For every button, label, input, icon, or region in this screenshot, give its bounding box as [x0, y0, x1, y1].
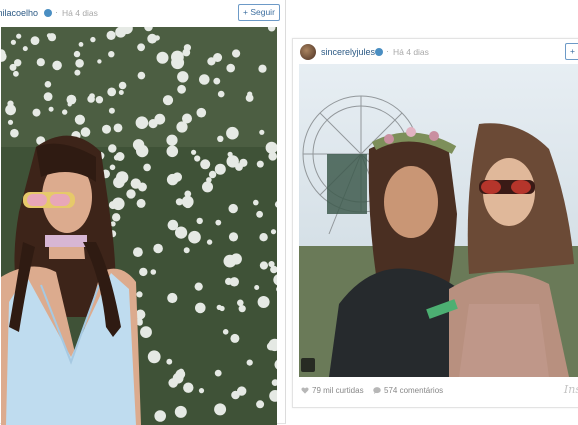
post-header: milacoelho · Há 4 dias + Seguir	[0, 0, 285, 27]
follow-button[interactable]: +	[565, 43, 578, 60]
follow-button[interactable]: + Seguir	[238, 4, 280, 21]
photo-two-women-ferris-wheel	[299, 64, 578, 377]
likes-stat[interactable]: 79 mil curtidas	[301, 386, 364, 395]
photo-woman-flowers	[1, 27, 277, 425]
separator-dot: ·	[386, 46, 389, 56]
verified-icon	[375, 48, 383, 56]
comments-stat[interactable]: 574 comentários	[373, 386, 443, 395]
user-tag-icon[interactable]	[301, 358, 315, 372]
post-photo[interactable]	[299, 64, 578, 377]
instagram-logo[interactable]: Ins	[564, 383, 578, 396]
username-link[interactable]: milacoelho	[0, 8, 38, 18]
likes-count: 79 mil curtidas	[312, 386, 364, 395]
post-photo[interactable]	[1, 27, 277, 425]
comment-icon	[373, 387, 381, 394]
comments-count: 574 comentários	[384, 386, 444, 395]
post-header: sincerelyjules · Há 4 dias +	[293, 39, 578, 64]
separator-dot: ·	[55, 7, 58, 17]
post-card-milacoelho: milacoelho · Há 4 dias + Seguir	[0, 0, 286, 425]
verified-icon	[44, 9, 52, 17]
heart-icon	[301, 387, 309, 394]
post-footer: 79 mil curtidas 574 comentários Ins	[299, 381, 578, 401]
post-time: Há 4 dias	[62, 8, 98, 18]
post-card-sincerelyjules: sincerelyjules · Há 4 dias + 79 mil curt…	[292, 38, 578, 408]
username-link[interactable]: sincerelyjules	[321, 47, 375, 57]
avatar[interactable]	[300, 44, 316, 60]
post-time: Há 4 dias	[393, 47, 429, 57]
